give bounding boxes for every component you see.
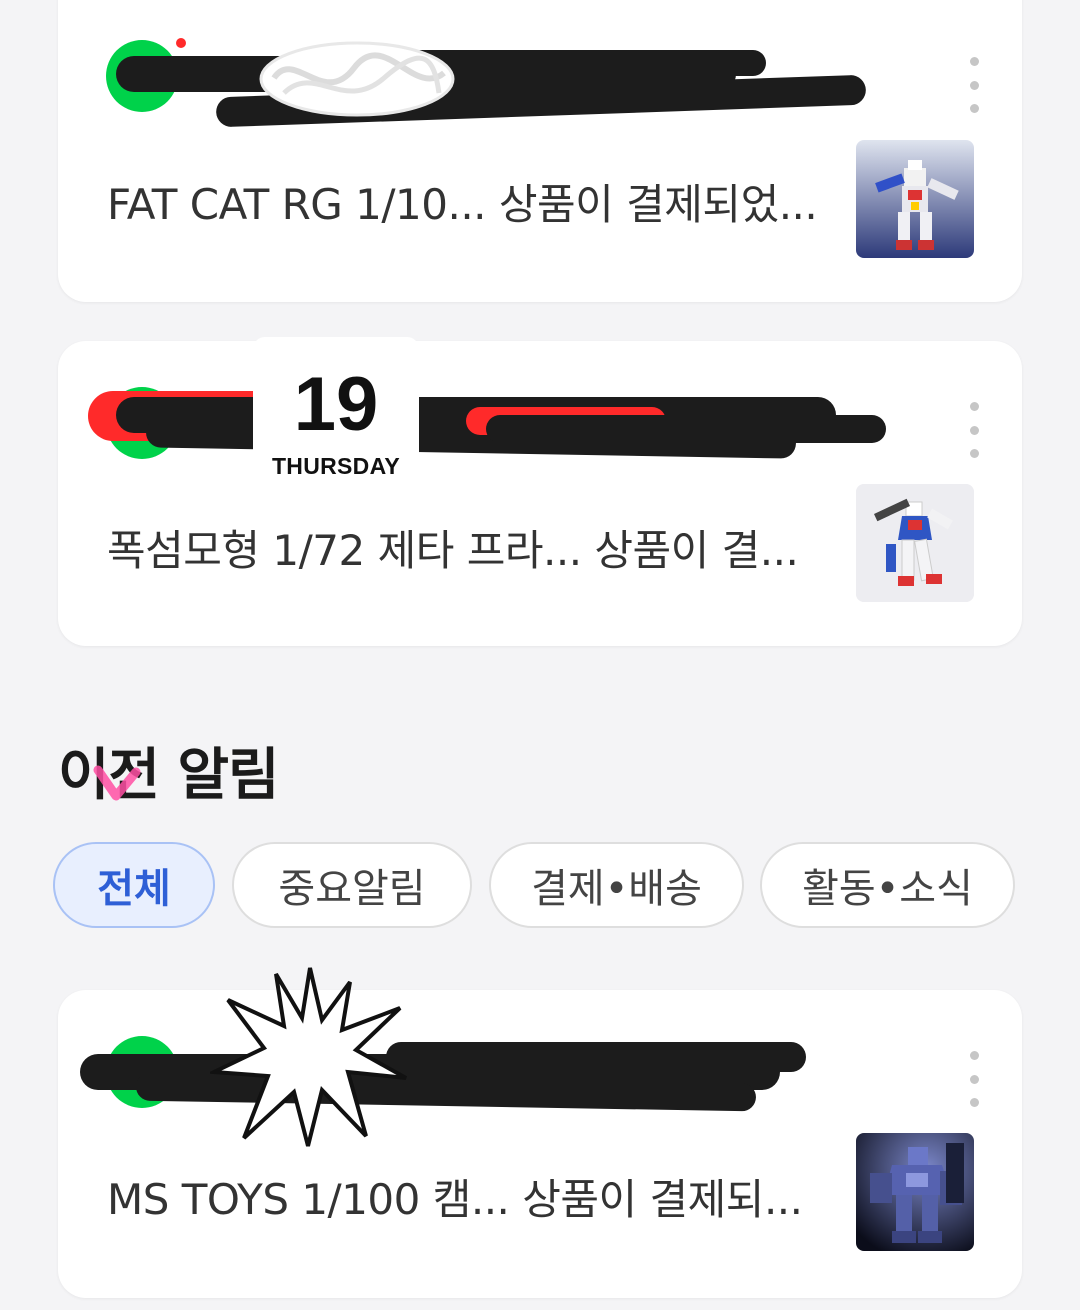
- redaction-mark: [386, 1042, 806, 1072]
- more-options-icon[interactable]: [964, 1051, 984, 1107]
- scribble-blur: [259, 41, 455, 117]
- notification-card-3[interactable]: MS TOYS 1/100 캠... 상품이 결제되...: [58, 990, 1022, 1298]
- date-weekday: THURSDAY: [271, 453, 401, 479]
- notification-text: 폭섬모형 1/72 제타 프라... 상품이 결...: [107, 526, 799, 575]
- more-options-icon[interactable]: [964, 402, 984, 458]
- filter-chip-all[interactable]: 전체: [53, 842, 215, 928]
- notification-card-1[interactable]: FAT CAT RG 1/10... 상품이 결제되었...: [58, 0, 1022, 302]
- filter-chip-payment-delivery[interactable]: 결제•배송: [489, 842, 744, 928]
- redaction-mark: [486, 415, 886, 443]
- zeta-gundam-thumbnail-icon: [856, 484, 974, 602]
- starburst-sticker-icon: [210, 967, 407, 1147]
- date-sticker: 19 THURSDAY: [253, 337, 419, 479]
- gundam-thumbnail-icon: [856, 140, 974, 258]
- notification-header-redacted: [88, 379, 886, 459]
- mech-robot-thumbnail-icon: [856, 1133, 974, 1251]
- heart-sticker-icon: [93, 765, 141, 801]
- more-options-icon[interactable]: [964, 57, 984, 113]
- filter-chip-important[interactable]: 중요알림: [232, 842, 472, 928]
- notification-text: FAT CAT RG 1/10... 상품이 결제되었...: [107, 180, 818, 229]
- notification-header-redacted: [106, 38, 867, 128]
- redaction-dot: [176, 38, 186, 48]
- notification-text: MS TOYS 1/100 캠... 상품이 결제되...: [107, 1175, 803, 1224]
- filter-chip-activity-news[interactable]: 활동•소식: [760, 842, 1015, 928]
- notification-card-2[interactable]: 폭섬모형 1/72 제타 프라... 상품이 결...: [58, 341, 1022, 646]
- date-day: 19: [293, 362, 379, 447]
